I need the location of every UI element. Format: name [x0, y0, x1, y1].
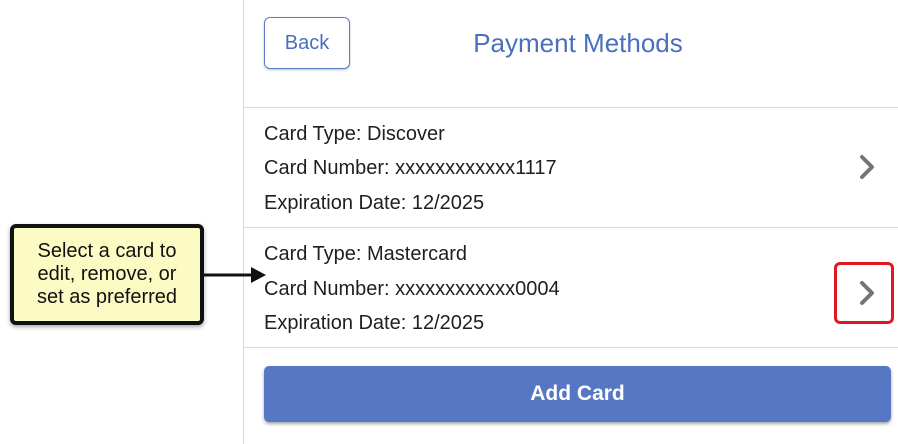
callout-line: edit, remove, or — [37, 263, 177, 285]
card-number: Card Number: xxxxxxxxxxxx0004 — [264, 278, 560, 300]
card-row-discover[interactable]: Card Type: Discover Card Number: xxxxxxx… — [244, 108, 898, 226]
divider — [244, 347, 898, 348]
back-button[interactable]: Back — [264, 17, 350, 69]
callout-line: Select a card to — [37, 240, 177, 262]
card-type: Card Type: Mastercard — [264, 243, 468, 265]
chevron-right-icon[interactable] — [856, 153, 878, 181]
card-type: Card Type: Discover — [264, 123, 445, 145]
card-number: Card Number: xxxxxxxxxxxx1117 — [264, 157, 557, 179]
add-card-button[interactable]: Add Card — [264, 366, 891, 422]
arrow-left-icon — [203, 267, 266, 283]
card-expiration: Expiration Date: 12/2025 — [264, 312, 485, 334]
card-row-mastercard[interactable]: Card Type: Mastercard Card Number: xxxxx… — [244, 228, 898, 346]
page-title: Payment Methods — [473, 28, 683, 58]
callout-tooltip: Select a card to edit, remove, or set as… — [10, 224, 204, 325]
chevron-highlight-box — [834, 262, 894, 324]
card-expiration: Expiration Date: 12/2025 — [264, 192, 485, 214]
callout-line: set as preferred — [36, 286, 178, 308]
